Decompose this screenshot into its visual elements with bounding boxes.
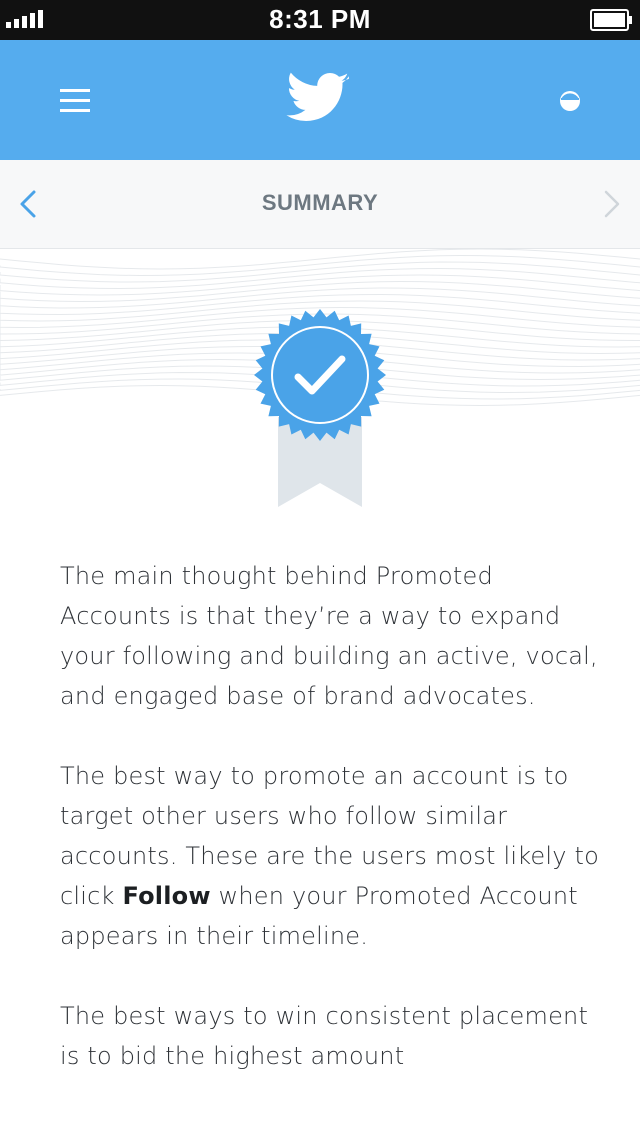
chevron-right-icon[interactable] bbox=[596, 188, 626, 220]
hamburger-menu-icon[interactable] bbox=[58, 86, 92, 116]
wave-line bbox=[0, 280, 640, 303]
status-bar: 8:31 PM bbox=[0, 0, 640, 40]
wave-line bbox=[0, 267, 640, 290]
status-time: 8:31 PM bbox=[269, 4, 371, 34]
page-title: SUMMARY bbox=[261, 190, 379, 215]
wave-line bbox=[0, 287, 640, 309]
paragraph-3: The best ways to win consistent placemen… bbox=[60, 1002, 589, 1070]
battery-icon bbox=[590, 9, 632, 31]
summary-content: The main thought behind Promoted Account… bbox=[60, 556, 600, 1116]
follow-keyword: Follow bbox=[122, 882, 211, 910]
app-header bbox=[0, 40, 640, 160]
checkmark-ribbon-badge-icon bbox=[254, 309, 386, 507]
paragraph-1: The main thought behind Promoted Account… bbox=[60, 562, 598, 710]
sub-nav-bar: SUMMARY bbox=[0, 160, 640, 249]
twitter-bird-icon bbox=[286, 72, 349, 121]
half-circle-icon[interactable] bbox=[556, 87, 584, 115]
paragraph-2: The best way to promote an account is to… bbox=[60, 756, 600, 956]
hero-banner bbox=[0, 249, 640, 529]
